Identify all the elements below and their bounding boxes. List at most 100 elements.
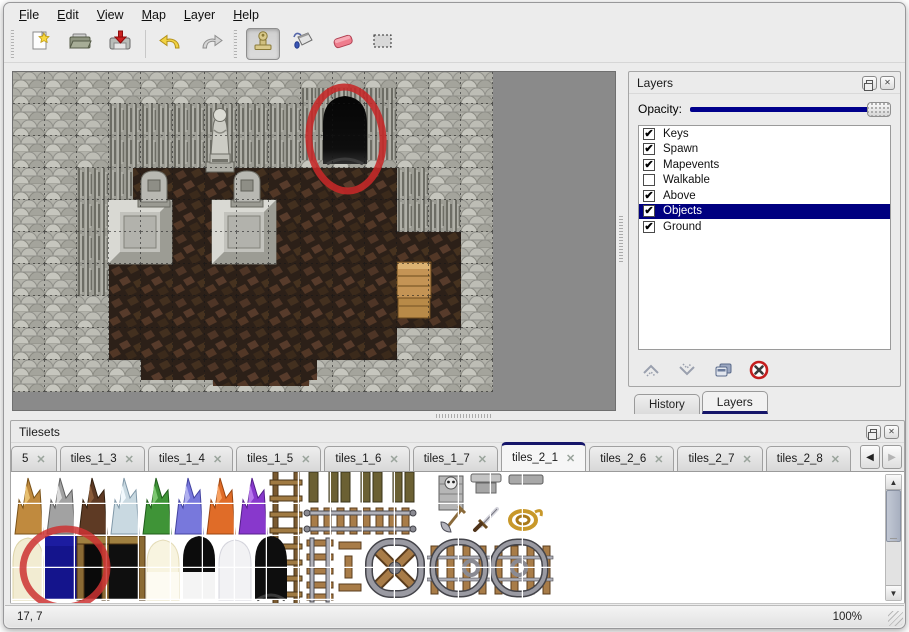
float-panel-button[interactable] (866, 425, 881, 439)
scrollbar-thumb[interactable] (886, 490, 901, 542)
toolbar-grip[interactable] (10, 30, 14, 58)
toolbar-grip[interactable] (233, 30, 237, 58)
layer-name: Objects (663, 205, 702, 217)
toolbar (4, 25, 905, 63)
right-dock: Layers ✕ Opacity: ✔Keys✔Spawn✔MapeventsW… (626, 69, 905, 414)
tab-close-icon[interactable]: ✕ (389, 453, 398, 466)
opacity-slider[interactable] (690, 101, 891, 117)
layer-row-above[interactable]: ✔ Above (639, 188, 890, 204)
duplicate-layer-button[interactable] (712, 360, 734, 380)
layer-name: Keys (663, 128, 689, 140)
menu-item-edit[interactable]: Edit (48, 7, 88, 23)
tileset-tab-tiles_1_4[interactable]: tiles_1_4✕ (148, 446, 233, 471)
arrow-up-icon: ▲ (890, 478, 898, 487)
opacity-slider-handle[interactable] (867, 102, 891, 117)
tab-label: tiles_1_6 (335, 453, 381, 465)
scroll-down-button[interactable]: ▼ (886, 585, 901, 600)
scroll-tabs-left-button[interactable]: ◀ (860, 445, 880, 469)
stamp-tool-button[interactable] (246, 28, 280, 60)
layer-row-mapevents[interactable]: ✔ Mapevents (639, 157, 890, 173)
tileset-scrollbar[interactable]: ▲ ▼ (885, 474, 902, 601)
layer-name: Mapevents (663, 159, 719, 171)
delete-layer-button[interactable] (748, 360, 770, 380)
resize-grip[interactable] (888, 611, 903, 626)
dock-tab-bar: HistoryLayers (634, 390, 770, 414)
toolbar-separator (145, 30, 146, 58)
tileset-content[interactable]: ▲ ▼ (11, 472, 904, 604)
tileset-tab-tiles_2_8[interactable]: tiles_2_8 ✕ (766, 446, 851, 471)
fill-tool-button[interactable] (286, 28, 320, 60)
scroll-tabs-right-button[interactable]: ▶ (882, 445, 902, 469)
app-window: FileEditViewMapLayerHelp (3, 2, 906, 629)
menu-item-help[interactable]: Help (224, 7, 268, 23)
layer-visibility-checkbox[interactable]: ✔ (643, 205, 655, 217)
tab-label: tiles_2_1 (512, 452, 558, 464)
tileset-tab-tiles_2_1[interactable]: tiles_2_1 ✕ (501, 442, 586, 471)
layer-visibility-checkbox[interactable]: ✔ (643, 221, 655, 233)
menu-item-map[interactable]: Map (133, 7, 175, 23)
save-map-button[interactable] (103, 28, 137, 60)
scroll-up-button[interactable]: ▲ (886, 475, 901, 490)
layers-panel-title: Layers (637, 76, 859, 90)
tileset-tab-tiles_1_7[interactable]: tiles_1_7✕ (413, 446, 498, 471)
tab-close-icon[interactable]: ✕ (213, 453, 222, 466)
open-map-button[interactable] (63, 28, 97, 60)
tab-label: tiles_2_8 (777, 453, 823, 465)
eraser-icon (328, 28, 358, 59)
undo-button[interactable] (154, 28, 188, 60)
tileset-tab-tiles_2_7[interactable]: tiles_2_7✕ (677, 446, 762, 471)
close-icon: ✕ (884, 79, 891, 87)
map-canvas[interactable] (13, 72, 493, 392)
tab-close-icon[interactable]: ✕ (654, 453, 663, 466)
tab-close-icon[interactable]: ✕ (301, 453, 310, 466)
layer-visibility-checkbox[interactable]: ✔ (643, 128, 655, 140)
close-panel-button[interactable]: ✕ (880, 76, 895, 90)
tileset-canvas[interactable] (11, 472, 571, 604)
vertical-splitter[interactable] (616, 71, 626, 411)
tab-close-icon[interactable]: ✕ (743, 453, 752, 466)
menu-item-layer[interactable]: Layer (175, 7, 224, 23)
status-bar: 17, 7 100% (5, 605, 904, 627)
layer-visibility-checkbox[interactable] (643, 174, 655, 186)
layer-row-keys[interactable]: ✔ Keys (639, 126, 890, 142)
tileset-tab-tiles_2_6[interactable]: tiles_2_6✕ (589, 446, 674, 471)
eraser-tool-button[interactable] (326, 28, 360, 60)
layer-name: Walkable (663, 174, 710, 186)
tab-close-icon[interactable]: ✕ (831, 453, 840, 466)
layers-panel: Layers ✕ Opacity: ✔Keys✔Spawn✔MapeventsW… (628, 71, 901, 387)
tab-close-icon[interactable]: ✕ (125, 453, 134, 466)
layer-name: Above (663, 190, 696, 202)
select-tool-button[interactable] (366, 28, 400, 60)
tab-close-icon[interactable]: ✕ (36, 453, 45, 466)
dock-tab-history[interactable]: History (634, 394, 700, 414)
layer-row-objects[interactable]: ✔ Objects (639, 204, 890, 220)
layer-row-spawn[interactable]: ✔Spawn (639, 142, 890, 158)
tileset-tab-5[interactable]: 5✕ (11, 446, 57, 471)
tab-close-icon[interactable]: ✕ (566, 452, 575, 465)
scrollbar-track[interactable] (886, 490, 901, 585)
layer-visibility-checkbox[interactable]: ✔ (643, 190, 655, 202)
tab-label: tiles_1_3 (71, 453, 117, 465)
layer-visibility-checkbox[interactable]: ✔ (643, 159, 655, 171)
float-panel-button[interactable] (862, 76, 877, 90)
redo-button[interactable] (194, 28, 228, 60)
close-panel-button[interactable]: ✕ (884, 425, 899, 439)
zoom-level: 100% (833, 611, 862, 623)
dock-tab-layers[interactable]: Layers (702, 391, 768, 414)
menu-item-view[interactable]: View (88, 7, 133, 23)
menu-item-file[interactable]: File (10, 7, 48, 23)
tileset-tab-tiles_1_5[interactable]: tiles_1_5✕ (236, 446, 321, 471)
tab-close-icon[interactable]: ✕ (478, 453, 487, 466)
layer-row-ground[interactable]: ✔Ground (639, 219, 890, 235)
tab-label: 5 (22, 453, 28, 465)
map-viewport[interactable] (12, 71, 616, 411)
move-layer-up-button[interactable] (640, 360, 662, 380)
move-layer-down-button[interactable] (676, 360, 698, 380)
layer-visibility-checkbox[interactable]: ✔ (643, 143, 655, 155)
new-map-button[interactable] (23, 28, 57, 60)
tileset-tab-tiles_1_3[interactable]: tiles_1_3 ✕ (60, 446, 145, 471)
opacity-slider-track[interactable] (690, 107, 887, 112)
tile-grid-overlay (13, 72, 493, 392)
layer-row-walkable[interactable]: Walkable (639, 173, 890, 189)
tileset-tab-tiles_1_6[interactable]: tiles_1_6 ✕ (324, 446, 409, 471)
